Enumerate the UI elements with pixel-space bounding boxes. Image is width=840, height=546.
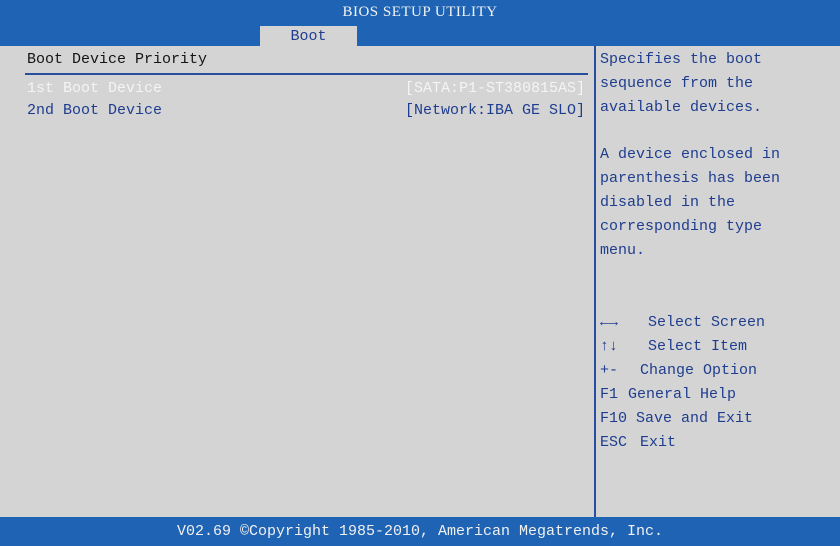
key-hint-select-screen: ←→ Select Screen — [600, 314, 765, 336]
boot-device-label: 2nd Boot Device — [27, 102, 163, 119]
key-hint-change-option: +- Change Option — [600, 362, 757, 384]
help-text-line: A device enclosed in — [600, 146, 781, 163]
boot-device-value[interactable]: [Network:IBA GE SLO] — [357, 102, 585, 119]
key-action: Save and Exit — [636, 410, 754, 427]
footer-bar: V02.69 ©Copyright 1985-2010, American Me… — [0, 517, 840, 546]
up-down-arrow-icon: ↑↓ — [600, 338, 619, 355]
key-label: +- — [600, 362, 619, 379]
key-action: Exit — [640, 434, 677, 451]
key-action: Select Screen — [648, 314, 766, 331]
help-text-line: Specifies the boot — [600, 51, 763, 68]
copyright-text: V02.69 ©Copyright 1985-2010, American Me… — [176, 523, 664, 540]
title-bar: BIOS SETUP UTILITY Boot — [0, 0, 840, 46]
help-text-line: corresponding type — [600, 218, 763, 235]
pane-divider — [594, 46, 596, 517]
section-divider — [25, 73, 588, 75]
boot-device-label: 1st Boot Device — [27, 80, 163, 97]
main-panel: Boot Device Priority 1st Boot Device [SA… — [0, 46, 840, 517]
settings-pane: Boot Device Priority 1st Boot Device [SA… — [0, 46, 593, 517]
key-hint-save-exit: F10 Save and Exit — [600, 410, 753, 432]
key-action: Select Item — [648, 338, 748, 355]
help-text-line: disabled in the — [600, 194, 736, 211]
boot-device-value[interactable]: [SATA:P1-ST380815AS] — [357, 80, 585, 97]
key-hint-general-help: F1 General Help — [600, 386, 736, 408]
help-text-line: parenthesis has been — [600, 170, 781, 187]
key-hint-select-item: ↑↓ Select Item — [600, 338, 747, 360]
tab-boot[interactable]: Boot — [260, 26, 357, 46]
help-text-line: menu. — [600, 242, 646, 259]
section-title: Boot Device Priority — [27, 51, 208, 68]
app-title: BIOS SETUP UTILITY — [342, 4, 498, 20]
help-text-line: sequence from the — [600, 75, 754, 92]
key-action: Change Option — [640, 362, 758, 379]
help-text-line: available devices. — [600, 99, 763, 116]
key-hint-exit: ESC Exit — [600, 434, 676, 456]
key-action: General Help — [628, 386, 737, 403]
boot-device-row-2nd[interactable]: 2nd Boot Device [Network:IBA GE SLO] — [0, 100, 593, 122]
key-label: F10 — [600, 410, 628, 427]
left-right-arrow-icon: ←→ — [600, 314, 619, 331]
help-pane: Specifies the boot sequence from the ava… — [600, 46, 836, 517]
boot-device-row-1st[interactable]: 1st Boot Device [SATA:P1-ST380815AS] — [0, 78, 593, 100]
key-label: F1 — [600, 386, 619, 403]
key-label: ESC — [600, 434, 628, 451]
